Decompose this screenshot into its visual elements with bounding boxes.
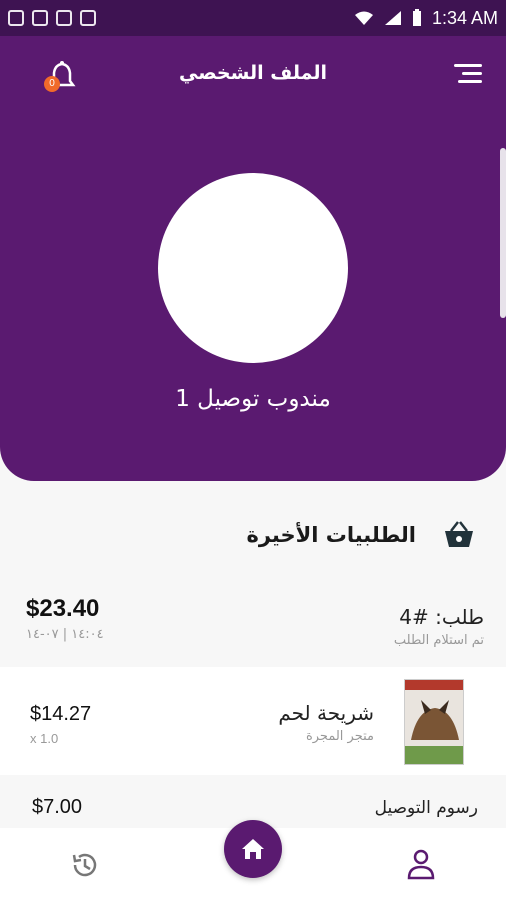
page-title: الملف الشخصي — [178, 62, 327, 84]
profile-header: 0 الملف الشخصي مندوب توصيل 1 — [0, 36, 506, 481]
order-item[interactable]: $14.27 x 1.0 شريحة لحم متجر المجرة — [0, 667, 506, 775]
notification-status-icon — [8, 10, 24, 26]
delivery-fee-label: رسوم التوصيل — [374, 798, 478, 818]
home-button[interactable] — [224, 820, 282, 878]
basket-icon — [445, 521, 473, 547]
battery-icon — [412, 9, 421, 26]
order-date: ١٤:٠٤ | ٠٧-١٤ — [26, 627, 104, 642]
order-number: طلب: #4 — [399, 605, 484, 629]
bottom-navigation — [0, 820, 506, 900]
scrollbar[interactable] — [500, 148, 506, 318]
order-total: $23.40 — [26, 595, 100, 622]
product-image-graphic — [405, 680, 463, 764]
status-time: 1:34 AM — [431, 7, 498, 28]
product-image — [404, 679, 464, 765]
menu-line — [458, 80, 482, 83]
history-icon[interactable] — [70, 850, 100, 880]
notification-status-icon — [80, 10, 96, 26]
recent-orders-title: الطلبيات الأخيرة — [246, 523, 416, 547]
driver-name: مندوب توصيل 1 — [175, 386, 331, 412]
avatar[interactable] — [158, 173, 348, 363]
status-icons-left — [8, 10, 96, 26]
delivery-fee-price: $7.00 — [32, 796, 83, 818]
status-icons-right: 1:34 AM — [354, 8, 498, 29]
menu-button[interactable] — [454, 64, 482, 86]
notification-status-icon — [32, 10, 48, 26]
item-name: شريحة لحم — [278, 701, 374, 725]
recent-orders-header: الطلبيات الأخيرة — [246, 520, 476, 550]
profile-icon[interactable] — [406, 848, 436, 880]
item-store: متجر المجرة — [305, 729, 374, 744]
order-status: تم استلام الطلب — [393, 633, 484, 648]
notification-status-icon — [56, 10, 72, 26]
item-quantity: x 1.0 — [30, 731, 59, 746]
home-icon — [242, 839, 264, 859]
item-price: $14.27 — [30, 703, 92, 725]
menu-line — [454, 64, 482, 67]
order-summary[interactable]: $23.40 ١٤:٠٤ | ٠٧-١٤ طلب: #4 تم استلام ا… — [0, 595, 506, 665]
signal-icon — [384, 11, 401, 25]
wifi-icon — [354, 11, 373, 25]
menu-line — [462, 72, 482, 75]
status-bar: 1:34 AM — [0, 0, 506, 36]
